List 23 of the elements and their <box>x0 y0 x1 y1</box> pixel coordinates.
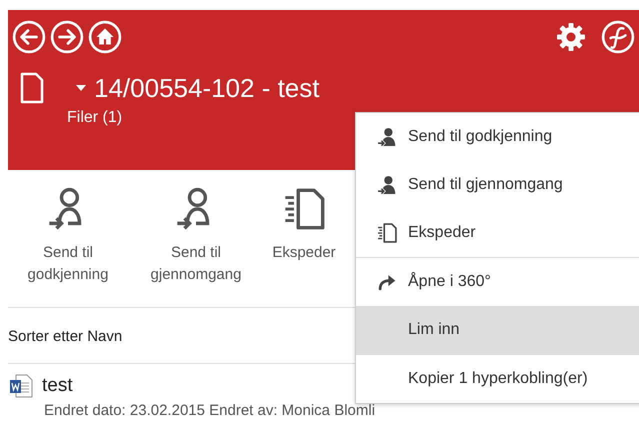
toolbar-button[interactable]: Ekspeder <box>264 186 344 307</box>
logo-icon[interactable] <box>601 20 635 54</box>
menu-item[interactable]: Åpne i 360° <box>356 258 639 306</box>
back-icon[interactable] <box>12 20 46 54</box>
home-icon[interactable] <box>88 20 122 54</box>
file-name[interactable]: test <box>42 372 73 400</box>
menu-item[interactable]: Send til godkjenning <box>356 113 639 161</box>
title-dropdown[interactable]: 14/00554-102 - test <box>76 75 320 101</box>
settings-icon[interactable] <box>555 21 587 53</box>
person-send-icon <box>376 174 398 196</box>
document-list-icon <box>376 222 398 244</box>
menu-item[interactable]: Lim inn <box>356 306 639 354</box>
forward-icon[interactable] <box>50 20 84 54</box>
word-file-icon <box>8 372 34 399</box>
caret-icon <box>76 85 86 91</box>
subtitle: Filer (1) <box>66 108 124 128</box>
menu-item[interactable]: Ekspeder <box>356 209 639 257</box>
menu-item[interactable]: Send til gjennomgang <box>356 161 639 209</box>
toolbar-button[interactable]: Send til gjennomgang <box>136 186 256 307</box>
person-send-icon <box>376 126 398 148</box>
toolbar-button[interactable]: Send til godkjenning <box>8 186 128 307</box>
file-details: Endret dato: 23.02.2015 Endret av: Monica Blomli <box>43 401 376 421</box>
document-icon <box>20 72 44 104</box>
